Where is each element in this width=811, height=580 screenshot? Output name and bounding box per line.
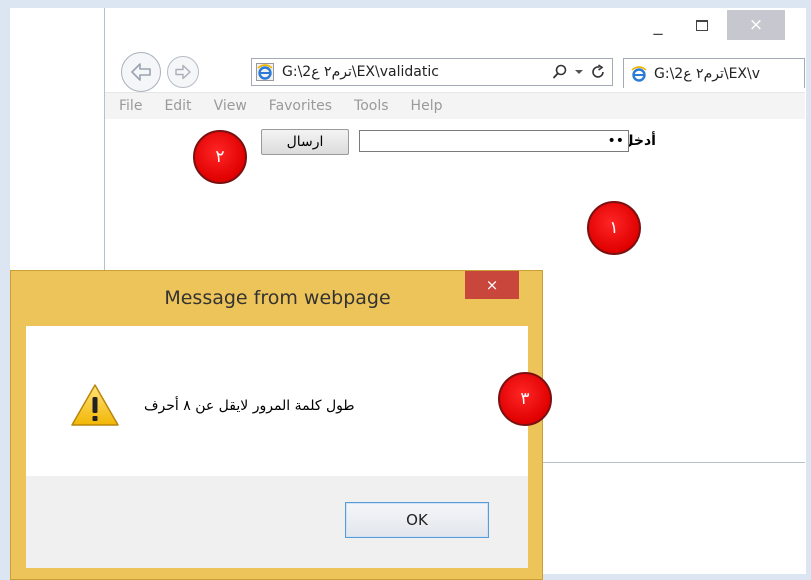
menu-tools[interactable]: Tools [354, 98, 389, 114]
menu-bar: File Edit View Favorites Tools Help [105, 92, 805, 120]
search-icon[interactable] [552, 64, 568, 80]
ok-button[interactable]: OK [345, 502, 489, 538]
marker-1: ١ [587, 201, 641, 255]
dropdown-arrow-icon[interactable] [574, 68, 584, 76]
password-input[interactable]: •• [359, 130, 629, 152]
menu-edit[interactable]: Edit [164, 98, 191, 114]
maximize-icon [696, 19, 708, 31]
dialog-body: طول كلمة المرور لايقل عن ٨ أحرف [26, 326, 528, 476]
menu-favorites[interactable]: Favorites [269, 98, 332, 114]
ie-tab-icon [631, 65, 647, 82]
marker-3: ٣ [498, 372, 552, 426]
tab-title: G:\ترم٢ ع2\EX\v [654, 65, 761, 82]
menu-help[interactable]: Help [411, 98, 443, 114]
dialog-footer: OK [26, 476, 528, 568]
frame-top [0, 0, 811, 8]
refresh-icon[interactable] [590, 64, 606, 80]
marker-2: ٢ [193, 130, 247, 184]
warning-icon [71, 384, 119, 426]
dialog-message: طول كلمة المرور لايقل عن ٨ أحرف [144, 398, 355, 414]
back-button[interactable] [121, 52, 161, 92]
maximize-button[interactable] [685, 10, 719, 40]
close-button[interactable]: × [727, 10, 785, 40]
title-bar: _ × [105, 8, 805, 48]
dialog-close-button[interactable]: × [465, 271, 519, 299]
navigation-bar: G:\ترم٢ ع2\EX\validatic G:\ترم٢ ع2\EX\v [105, 48, 805, 92]
forward-button[interactable] [167, 56, 199, 88]
browser-tab[interactable]: G:\ترم٢ ع2\EX\v [623, 58, 805, 88]
frame-right [806, 0, 811, 580]
ie-icon [256, 63, 274, 81]
back-arrow-icon [131, 63, 151, 81]
address-tools [546, 64, 612, 80]
forward-arrow-icon [175, 64, 191, 80]
minimize-button[interactable]: _ [641, 10, 675, 40]
send-button[interactable]: ارسال [261, 129, 349, 155]
address-text: G:\ترم٢ ع2\EX\validatic [282, 64, 439, 80]
message-dialog: Message from webpage × طول كلمة المرور ل… [10, 270, 543, 580]
address-bar[interactable]: G:\ترم٢ ع2\EX\validatic [251, 58, 613, 86]
menu-view[interactable]: View [214, 98, 247, 114]
menu-file[interactable]: File [119, 98, 142, 114]
frame-left [0, 0, 10, 580]
